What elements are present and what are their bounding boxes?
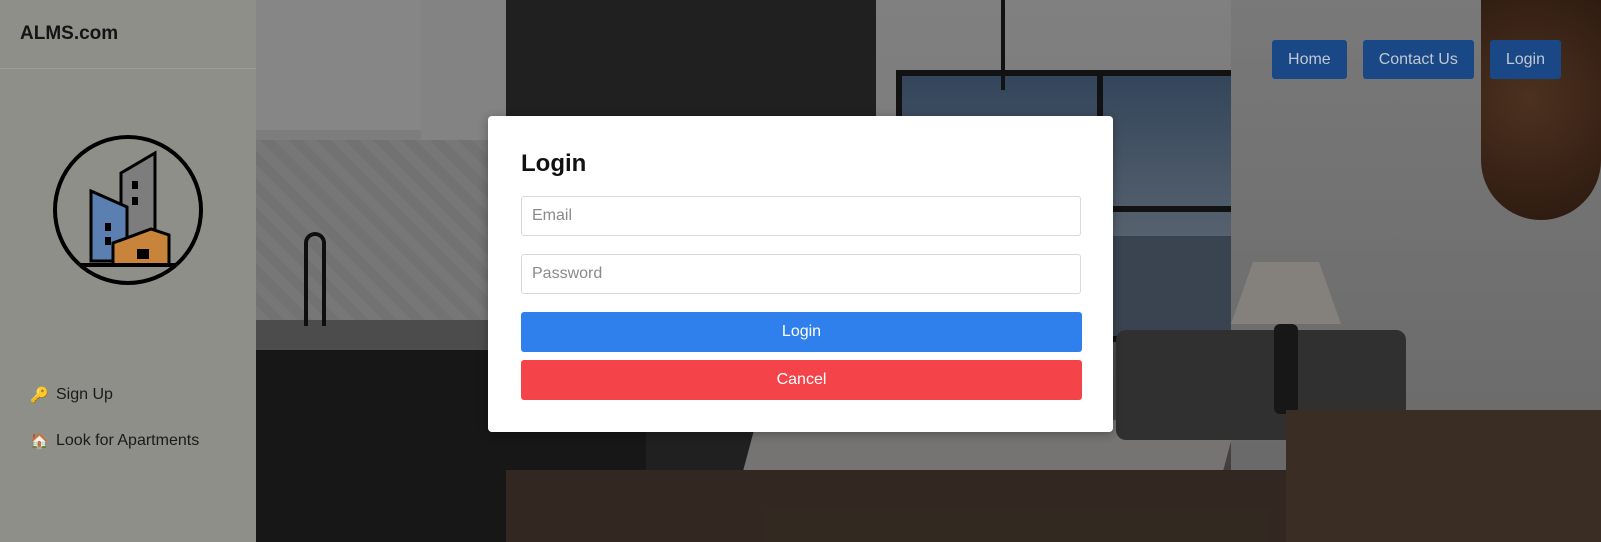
login-submit-button[interactable]: Login: [521, 312, 1082, 352]
email-field[interactable]: [521, 196, 1081, 236]
sidebar-item-label: Sign Up: [56, 386, 113, 403]
nav-contact-us-button[interactable]: Contact Us: [1362, 40, 1474, 79]
house-icon: 🏠: [30, 433, 49, 450]
nav-home-button[interactable]: Home: [1272, 40, 1347, 79]
sidebar-nav: 🔑 Sign Up 🏠 Look for Apartments: [30, 386, 199, 478]
key-icon: 🔑: [30, 387, 49, 404]
brand-title[interactable]: ALMS.com: [0, 0, 256, 69]
cancel-button[interactable]: Cancel: [521, 360, 1082, 400]
login-modal: Login Login Cancel: [488, 116, 1113, 432]
modal-title: Login: [521, 150, 587, 177]
top-nav: Home Contact Us Login: [1272, 40, 1561, 79]
sidebar: ALMS.com 🔑 Sign Up 🏠 Look for Apartments: [0, 0, 256, 542]
sidebar-item-sign-up[interactable]: 🔑 Sign Up: [30, 386, 199, 404]
sidebar-item-look-for-apartments[interactable]: 🏠 Look for Apartments: [30, 432, 199, 450]
buildings-logo-icon: [53, 135, 203, 285]
nav-login-button[interactable]: Login: [1489, 40, 1561, 79]
sidebar-item-label: Look for Apartments: [56, 432, 200, 449]
password-field[interactable]: [521, 254, 1081, 294]
